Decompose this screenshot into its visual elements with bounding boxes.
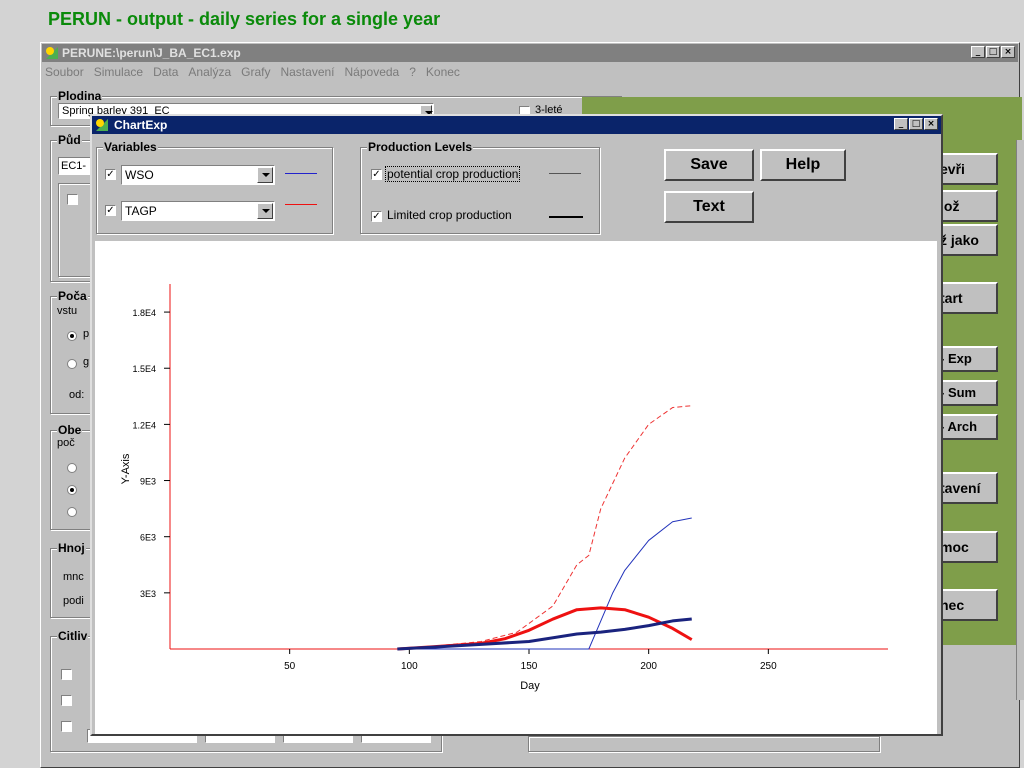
level1-label: potential crop production (385, 166, 521, 182)
menu-napoveda[interactable]: Nápoveda (345, 65, 400, 79)
pudy-label: Půd (57, 133, 82, 147)
od-label: od: (69, 389, 85, 401)
radio-obe-2[interactable] (67, 485, 77, 495)
citlivost-label: Citliv (57, 629, 89, 643)
dialog-minimize-button[interactable]: _ (894, 118, 908, 130)
menu-soubor[interactable]: Soubor (45, 65, 84, 79)
x-tick-label: 150 (521, 661, 538, 672)
chartexp-icon (96, 119, 108, 131)
menu-data[interactable]: Data (153, 65, 178, 79)
chartexp-title: ChartExp (114, 118, 168, 132)
pudy-checkbox[interactable] (67, 194, 78, 205)
poca-group: Poča vstu p g od: (50, 289, 92, 414)
app-icon (46, 47, 58, 59)
y-axis-label: Y-Axis (120, 453, 132, 484)
menu-konec[interactable]: Konec (426, 65, 460, 79)
x-tick-label: 50 (284, 661, 296, 672)
save-button[interactable]: Save (664, 149, 754, 181)
main-titlebar[interactable]: PERUNE:\perun\J_BA_EC1.exp _ □ × (42, 44, 1018, 62)
level2-line-sample (549, 216, 583, 218)
dialog-close-button[interactable]: × (924, 118, 938, 130)
x-tick-label: 100 (401, 661, 418, 672)
production-levels-group: Production Levels ✓ potential crop produ… (360, 140, 600, 234)
chartexp-titlebar[interactable]: ChartExp _ □ × (92, 116, 941, 134)
production-levels-label: Production Levels (367, 140, 474, 154)
radio-g-label: g (83, 356, 90, 368)
poc-label: poč (57, 437, 75, 449)
menubar: Soubor Simulace Data Analýza Grafy Nasta… (45, 65, 460, 79)
bottom-right-group (528, 736, 880, 752)
chart-svg: Y-Axis Day 3E3 6E3 9E3 1.2E4 1.5E4 1.8E4 50 100… (120, 284, 888, 692)
mnc-label: mnc (63, 571, 84, 583)
plodina-group-label: Plodina (57, 89, 103, 103)
text-button[interactable]: Text (664, 191, 754, 223)
y-tick-label: 3E3 (140, 589, 156, 599)
series-line-1 (397, 405, 692, 650)
series-line-3 (397, 606, 693, 651)
poca-label: Poča (57, 289, 88, 303)
maximize-button[interactable]: □ (986, 46, 1000, 58)
citl-checkbox-3[interactable] (61, 721, 72, 732)
minimize-button[interactable]: _ (971, 46, 985, 58)
help-button[interactable]: Help (760, 149, 846, 181)
var2-checkbox[interactable]: ✓ (105, 205, 116, 216)
vstu-label: vstu (57, 305, 78, 317)
x-axis-label: Day (520, 680, 540, 692)
series-line-2 (397, 517, 692, 650)
y-tick-label: 9E3 (140, 477, 156, 487)
radio-obe-3[interactable] (67, 507, 77, 517)
radio-p-label: p (83, 328, 90, 340)
hnoj-label: Hnoj (57, 541, 86, 555)
podi-label: podi (63, 595, 84, 607)
obe-group: Obe poč (50, 423, 92, 530)
var2-value: TAGP (125, 204, 157, 218)
y-tick-label: 1.2E4 (132, 420, 156, 430)
level2-label: Limited crop production (387, 208, 512, 222)
pudy-group: Půd EC1- (50, 133, 98, 282)
level2-checkbox[interactable]: ✓ (371, 211, 382, 222)
radio-g[interactable] (67, 359, 77, 369)
var1-select[interactable]: WSO (121, 165, 275, 185)
variables-group: Variables ✓ WSO ✓ TAGP (96, 140, 333, 234)
y-tick-label: 1.8E4 (132, 308, 156, 318)
main-window-title: PERUNE:\perun\J_BA_EC1.exp (62, 46, 241, 60)
level1-checkbox[interactable]: ✓ (371, 169, 382, 180)
citl-checkbox-1[interactable] (61, 669, 72, 680)
y-tick-label: 6E3 (140, 533, 156, 543)
var2-select[interactable]: TAGP (121, 201, 275, 221)
var1-checkbox[interactable]: ✓ (105, 169, 116, 180)
level1-line-sample (549, 173, 581, 174)
radio-p[interactable] (67, 331, 77, 341)
close-button[interactable]: × (1001, 46, 1015, 58)
radio-obe-1[interactable] (67, 463, 77, 473)
x-tick-label: 250 (760, 661, 777, 672)
chartexp-dialog: ChartExp _ □ × Variables ✓ WSO ✓ TAGP Pr… (90, 114, 943, 736)
hnoj-group: Hnoj mnc podi (50, 541, 92, 618)
menu-nastaveni[interactable]: Nastavení (280, 65, 334, 79)
var1-value: WSO (125, 168, 154, 182)
var1-color-line (285, 173, 317, 174)
obe-label: Obe (57, 423, 83, 437)
slide-title: PERUN - output - daily series for a sing… (48, 9, 441, 29)
menu-grafy[interactable]: Grafy (241, 65, 270, 79)
variables-label: Variables (103, 140, 158, 154)
y-tick-label: 1.5E4 (132, 364, 156, 374)
chart-area: Y-Axis Day 3E3 6E3 9E3 1.2E4 1.5E4 1.8E4 50 100… (95, 241, 937, 734)
right-edge-strip (1016, 140, 1024, 700)
menu-analyza[interactable]: Analýza (188, 65, 231, 79)
x-tick-label: 200 (640, 661, 657, 672)
dialog-maximize-button[interactable]: □ (909, 118, 923, 130)
citl-checkbox-2[interactable] (61, 695, 72, 706)
menu-help[interactable]: ? (409, 65, 416, 79)
menu-simulace[interactable]: Simulace (94, 65, 143, 79)
var2-color-line (285, 204, 317, 205)
